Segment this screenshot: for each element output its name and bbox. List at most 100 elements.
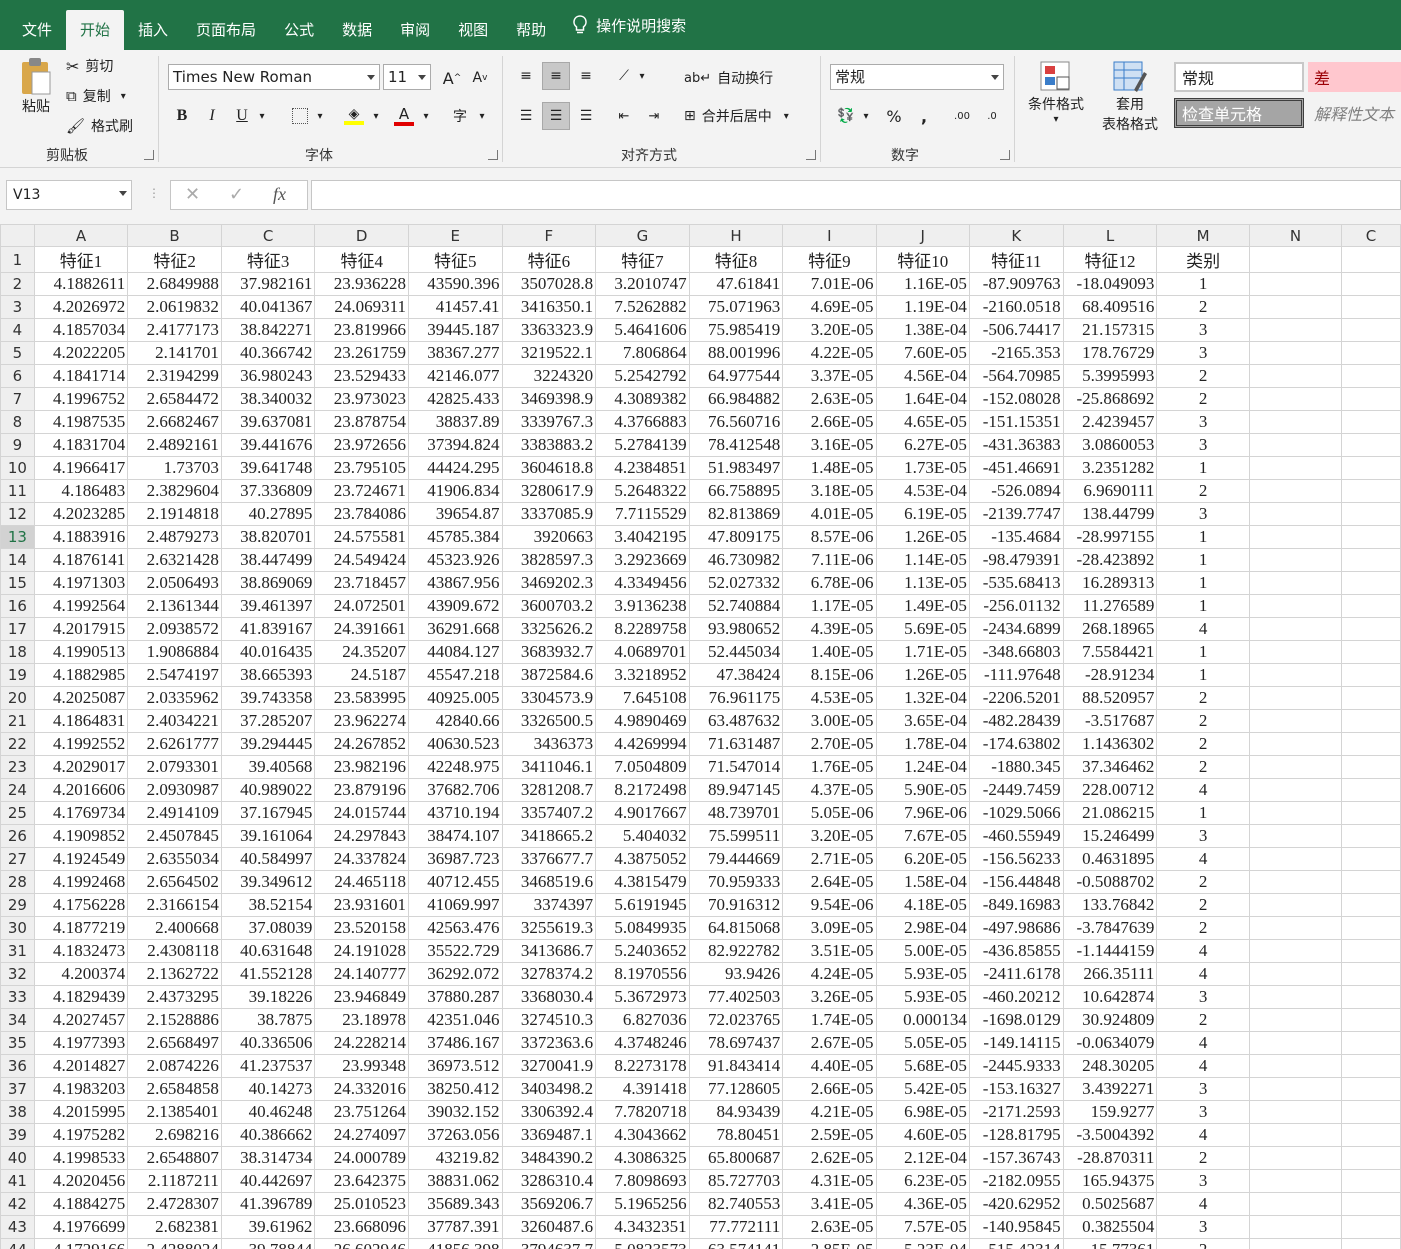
cell[interactable]: 4 <box>1156 1031 1250 1055</box>
chevron-down-icon[interactable]: ▾ <box>312 102 328 130</box>
cell[interactable]: -0.0634079 <box>1062 1031 1158 1055</box>
cell[interactable]: 特征6 <box>501 246 597 273</box>
cell[interactable]: 23.795105 <box>314 456 409 480</box>
cell[interactable] <box>1340 410 1401 434</box>
cell[interactable]: -2171.2593 <box>968 1100 1064 1124</box>
cell[interactable]: 23.982196 <box>314 755 409 779</box>
cell[interactable] <box>1248 686 1342 710</box>
cell[interactable]: 75.985419 <box>688 318 784 342</box>
accounting-format-button[interactable]: 💱 <box>832 102 860 130</box>
cell[interactable] <box>1248 801 1342 825</box>
cell[interactable] <box>1248 939 1342 963</box>
font-name-select[interactable]: Times New Roman <box>168 64 380 90</box>
insert-function-icon[interactable]: fx <box>273 184 286 205</box>
cell[interactable] <box>1340 663 1401 687</box>
cell[interactable]: 38837.89 <box>407 410 503 434</box>
cell[interactable]: 3374397 <box>501 893 597 917</box>
cell[interactable]: 23.642375 <box>314 1169 409 1193</box>
cell[interactable]: 35689.343 <box>407 1192 503 1216</box>
cell[interactable]: 39445.187 <box>407 318 503 342</box>
cell[interactable] <box>1340 525 1401 549</box>
chevron-down-icon[interactable]: ▾ <box>858 102 874 130</box>
cell[interactable]: 7.5262882 <box>595 295 690 319</box>
cell[interactable]: 41069.997 <box>407 893 503 917</box>
cell[interactable]: 4.1857034 <box>33 318 129 342</box>
cell[interactable]: 1.40E-05 <box>782 640 877 664</box>
cell[interactable] <box>1340 318 1401 342</box>
cell[interactable] <box>1340 571 1401 595</box>
cell[interactable]: 75.071963 <box>688 295 784 319</box>
cell[interactable]: 40.442697 <box>220 1169 316 1193</box>
cell[interactable] <box>1340 548 1401 572</box>
cell[interactable]: 2 <box>1156 870 1250 894</box>
cell[interactable]: 3304573.9 <box>501 686 597 710</box>
cell[interactable]: 4.2014827 <box>33 1054 129 1078</box>
cell[interactable]: 2.98E-04 <box>875 916 970 940</box>
cell[interactable] <box>1248 1008 1342 1032</box>
cell[interactable]: 2.698216 <box>127 1123 222 1147</box>
cell[interactable]: 23.583995 <box>314 686 409 710</box>
cell[interactable]: 23.973023 <box>314 387 409 411</box>
tab-file[interactable]: 文件 <box>8 0 66 50</box>
cell[interactable]: 3.00E-05 <box>782 709 877 733</box>
cell[interactable]: 3507028.8 <box>501 272 597 296</box>
cell[interactable]: 1.48E-05 <box>782 456 877 480</box>
cell[interactable]: 1.71E-05 <box>875 640 970 664</box>
cell[interactable]: 4.39E-05 <box>782 617 877 641</box>
cell[interactable]: 2.1187211 <box>127 1169 222 1193</box>
cell[interactable]: 37.08039 <box>220 916 316 940</box>
row-header[interactable]: 6 <box>0 364 35 388</box>
format-painter-button[interactable]: 🖌 格式刷 <box>66 116 133 136</box>
cell[interactable]: 26.602946 <box>314 1238 409 1249</box>
cell[interactable]: 7.645108 <box>595 686 690 710</box>
cell[interactable]: 7.7115529 <box>595 502 690 526</box>
cell[interactable]: 4.2020456 <box>33 1169 129 1193</box>
cell[interactable]: 2.62E-05 <box>782 1146 877 1170</box>
cell[interactable]: 2.6261777 <box>127 732 222 756</box>
worksheet-grid[interactable]: A B C D E F G H I J K L M N C 1 特征1 特征2 特征3… <box>0 224 1401 1249</box>
cell[interactable]: 39.40568 <box>220 755 316 779</box>
cell[interactable] <box>1248 1192 1342 1216</box>
cell[interactable]: 3326500.5 <box>501 709 597 733</box>
confirm-icon[interactable]: ✓ <box>229 184 244 205</box>
cell[interactable]: -535.68413 <box>968 571 1064 595</box>
cell[interactable]: 4.53E-05 <box>782 686 877 710</box>
row-header[interactable]: 3 <box>0 295 35 319</box>
cell[interactable]: 2 <box>1156 686 1250 710</box>
cell[interactable]: 3604618.8 <box>501 456 597 480</box>
cell[interactable]: 159.9277 <box>1062 1100 1158 1124</box>
cell[interactable]: -128.81795 <box>968 1123 1064 1147</box>
cell[interactable]: 3436373 <box>501 732 597 756</box>
cell[interactable]: 24.274097 <box>314 1123 409 1147</box>
cell[interactable] <box>1340 893 1401 917</box>
cell[interactable]: 0.4631895 <box>1062 847 1158 871</box>
cell[interactable] <box>1340 479 1401 503</box>
cell[interactable]: 5.1965256 <box>595 1192 690 1216</box>
cell[interactable]: 65.800687 <box>688 1146 784 1170</box>
row-header[interactable]: 19 <box>0 663 35 687</box>
cell[interactable]: 5.2403652 <box>595 939 690 963</box>
align-bottom-button[interactable]: ≡ <box>572 62 600 90</box>
cell[interactable]: 37486.167 <box>407 1031 503 1055</box>
cell[interactable]: 8.57E-06 <box>782 525 877 549</box>
cell[interactable] <box>1340 1054 1401 1078</box>
cell[interactable]: 24.337824 <box>314 847 409 871</box>
cell[interactable]: 21.157315 <box>1062 318 1158 342</box>
cell[interactable]: 4.2015995 <box>33 1100 129 1124</box>
cell[interactable]: -87.909763 <box>968 272 1064 296</box>
cell[interactable]: 4.31E-05 <box>782 1169 877 1193</box>
cell[interactable]: 4.3043662 <box>595 1123 690 1147</box>
cell[interactable]: 23.784086 <box>314 502 409 526</box>
cell[interactable]: 4.186483 <box>33 479 129 503</box>
cell[interactable]: 2.4728307 <box>127 1192 222 1216</box>
cell[interactable]: 178.76729 <box>1062 341 1158 365</box>
cell[interactable]: 41.396789 <box>220 1192 316 1216</box>
cell[interactable]: 39.349612 <box>220 870 316 894</box>
cell[interactable]: 2.3166154 <box>127 893 222 917</box>
cell[interactable]: 2.67E-05 <box>782 1031 877 1055</box>
cell[interactable]: 52.740884 <box>688 594 784 618</box>
cell[interactable]: 40.366742 <box>220 341 316 365</box>
cell[interactable]: 4.1990513 <box>33 640 129 664</box>
cell[interactable]: 2.1528886 <box>127 1008 222 1032</box>
column-header[interactable]: G <box>595 224 690 247</box>
